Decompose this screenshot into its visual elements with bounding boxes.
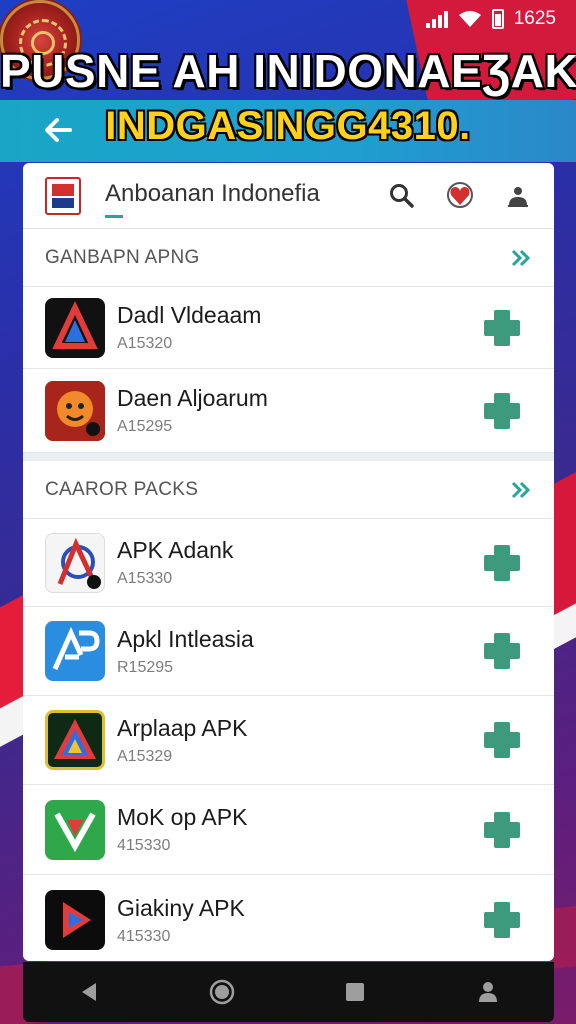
face-app-icon <box>45 380 105 441</box>
status-time: 1625 <box>513 8 556 29</box>
app-name: Daen Aljoarum <box>117 385 268 411</box>
wifi-icon <box>458 11 481 27</box>
search-bar[interactable]: Anboanan Indonefia <box>23 163 554 229</box>
app-code: A15329 <box>117 747 173 765</box>
page-subheadline: INDGASINGG4310. <box>105 104 471 148</box>
app-name: Apkl Intleasia <box>117 625 254 652</box>
add-icon[interactable] <box>482 308 522 348</box>
app-code: R15295 <box>117 658 174 676</box>
play-app-icon <box>45 890 105 950</box>
section-title: GANBAPN APNG <box>45 246 200 268</box>
list-item[interactable]: Giakiny APK 415330 <box>23 875 554 961</box>
app-name: Giakiny APK <box>117 894 245 921</box>
page-headline: PUSNE AH INIDONAEƷAK <box>0 45 576 97</box>
section-title: CAAROR PACKS <box>45 478 199 500</box>
status-bar: 1625 <box>425 8 556 30</box>
app-code: 415330 <box>117 837 171 854</box>
battery-icon <box>491 9 504 29</box>
v-app-icon <box>45 799 105 860</box>
signal-icon <box>425 10 448 28</box>
navigation-bar <box>23 962 554 1022</box>
ap-app-icon <box>45 621 105 681</box>
list-item[interactable]: Arplaap APK A15329 <box>23 696 554 785</box>
section-header-ganbapn: GANBAPN APNG <box>23 229 554 287</box>
profile-nav-icon[interactable] <box>471 975 505 1009</box>
add-icon[interactable] <box>482 543 522 583</box>
app-name: APK Adank <box>117 537 234 563</box>
recents-nav-icon[interactable] <box>338 975 372 1009</box>
app-code: 415330 <box>117 927 171 945</box>
app-logo-icon <box>45 176 81 215</box>
k-app-icon <box>45 532 105 593</box>
app-list-card: Anboanan Indonefia GANBAPN APNG Dadl Vld… <box>23 163 554 961</box>
list-item[interactable]: Apkl Intleasia R15295 <box>23 607 554 696</box>
add-icon[interactable] <box>482 391 522 431</box>
add-icon[interactable] <box>482 631 522 671</box>
add-icon[interactable] <box>482 900 522 940</box>
home-nav-icon[interactable] <box>205 975 239 1009</box>
app-code: A15320 <box>117 335 173 352</box>
add-icon[interactable] <box>482 810 522 850</box>
section-divider <box>23 453 554 461</box>
delta-app-icon <box>45 297 105 358</box>
back-nav-icon[interactable] <box>72 975 106 1009</box>
user-icon[interactable] <box>498 176 538 216</box>
list-item[interactable]: Dadl Vldeaam A15320 <box>23 287 554 369</box>
section-header-caaror: CAAROR PACKS <box>23 461 554 519</box>
app-code: A15295 <box>117 418 173 435</box>
app-name: Dadl Vldeaam <box>117 302 262 328</box>
search-icon[interactable] <box>382 176 422 216</box>
colorful-app-icon <box>45 710 105 770</box>
app-name: MoK op APK <box>117 804 248 830</box>
heart-icon[interactable] <box>440 176 480 216</box>
search-input[interactable]: Anboanan Indonefia <box>105 180 364 218</box>
app-name: Arplaap APK <box>117 714 248 741</box>
double-chevron-icon[interactable] <box>510 479 532 501</box>
double-chevron-icon[interactable] <box>510 247 532 269</box>
list-item[interactable]: Daen Aljoarum A15295 <box>23 369 554 453</box>
list-item[interactable]: APK Adank A15330 <box>23 519 554 607</box>
app-code: A15330 <box>117 570 173 587</box>
add-icon[interactable] <box>482 720 522 760</box>
list-item[interactable]: MoK op APK 415330 <box>23 785 554 875</box>
